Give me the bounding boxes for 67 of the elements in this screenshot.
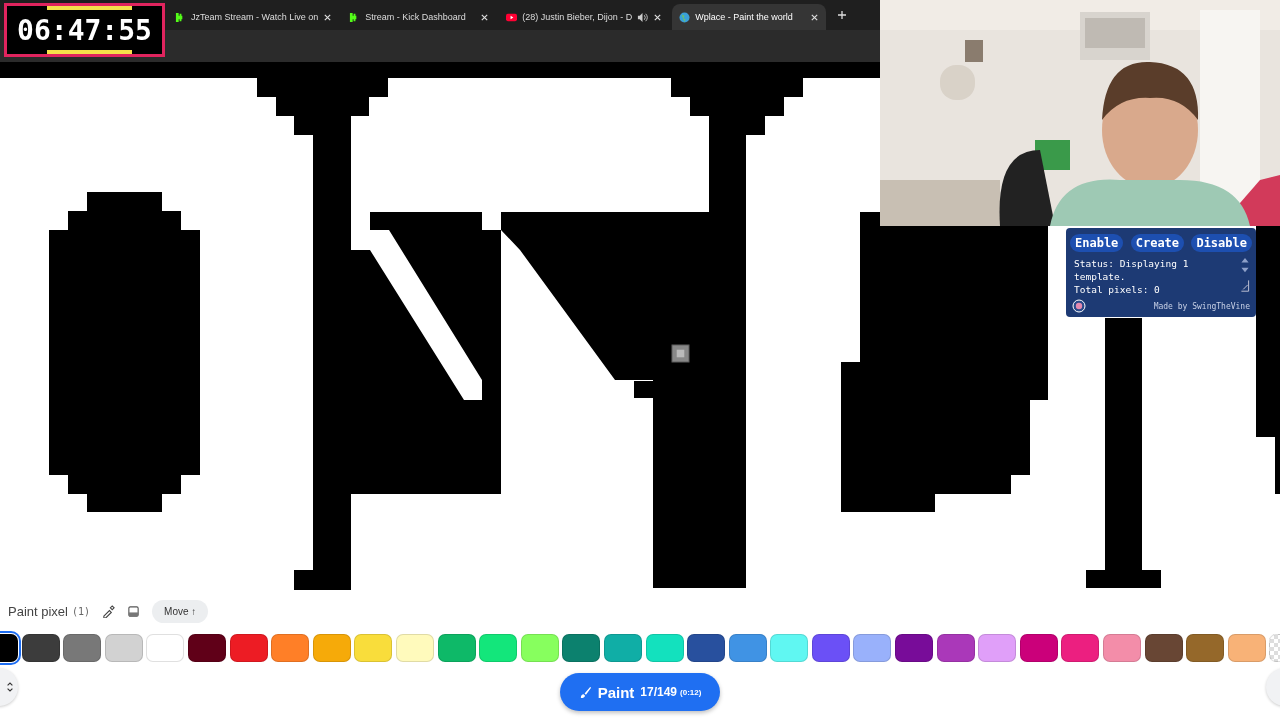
color-swatch[interactable]: [1061, 634, 1100, 662]
color-swatch[interactable]: [437, 634, 476, 662]
cooldown-text: (0:12): [680, 687, 702, 697]
timer-text: 06:47:55: [17, 13, 152, 47]
pixel-count: (1): [72, 605, 91, 617]
pixel-count-text: Total pixels: 0: [1074, 283, 1161, 296]
color-swatch[interactable]: [187, 634, 226, 662]
color-swatch[interactable]: [603, 634, 642, 662]
color-swatch[interactable]: [728, 634, 767, 662]
color-swatch[interactable]: [104, 634, 143, 662]
close-icon[interactable]: [810, 12, 820, 22]
pixel-selector-icon: [671, 344, 690, 363]
color-swatch[interactable]: [770, 634, 809, 662]
paint-label: Paint: [597, 683, 635, 701]
color-swatch[interactable]: [811, 634, 850, 662]
color-swatch[interactable]: [1144, 634, 1183, 662]
color-swatch[interactable]: [687, 634, 726, 662]
brush-icon: [578, 685, 592, 699]
color-swatch[interactable]: [146, 634, 185, 662]
color-swatch[interactable]: [312, 634, 351, 662]
template-button[interactable]: Create: [1130, 234, 1185, 252]
speaker-icon[interactable]: [637, 11, 649, 23]
color-swatch[interactable]: [520, 634, 559, 662]
browser-tab[interactable]: JzTeam Stream - Watch Live on: [168, 4, 340, 30]
color-swatch[interactable]: [895, 634, 934, 662]
browser-tab[interactable]: (28) Justin Bieber, Dijon - D: [499, 4, 670, 30]
logo-icon: [1072, 299, 1086, 313]
template-button[interactable]: Enable: [1070, 234, 1124, 252]
color-swatch[interactable]: [1103, 634, 1142, 662]
image-icon[interactable]: [127, 604, 141, 618]
paint-pixel-title: Paint pixel: [8, 603, 68, 619]
color-swatch[interactable]: [936, 634, 975, 662]
template-button[interactable]: Disable: [1191, 234, 1252, 252]
color-swatch[interactable]: [1227, 634, 1266, 662]
close-icon[interactable]: [323, 12, 333, 22]
color-swatch[interactable]: [271, 634, 310, 662]
browser-tab[interactable]: Stream - Kick Dashboard: [342, 4, 497, 30]
status-text: Status: Displaying 1 template.: [1074, 257, 1190, 283]
credit-text: Made by SwingTheVine: [1153, 301, 1250, 311]
tab-title: JzTeam Stream - Watch Live on: [191, 12, 319, 22]
new-tab-icon[interactable]: [837, 10, 848, 20]
tab-title: Wplace - Paint the world: [695, 12, 794, 22]
color-swatch[interactable]: [479, 634, 518, 662]
color-swatch[interactable]: [354, 634, 393, 662]
color-swatch[interactable]: [1186, 634, 1225, 662]
chevrons-icon: [6, 681, 14, 693]
color-swatch[interactable]: [229, 634, 268, 662]
color-swatch[interactable]: [978, 634, 1017, 662]
tab-title: Stream - Kick Dashboard: [365, 12, 467, 22]
browser-tab[interactable]: Wplace - Paint the world: [672, 4, 827, 30]
color-swatch[interactable]: [63, 634, 102, 662]
tab-title: (28) Justin Bieber, Dijon - D: [522, 12, 633, 22]
eyedropper-icon[interactable]: [102, 604, 116, 618]
close-icon[interactable]: [653, 12, 663, 22]
charges-text: 17/149: [640, 685, 677, 699]
color-swatch[interactable]: [562, 634, 601, 662]
color-swatch[interactable]: [395, 634, 434, 662]
move-button[interactable]: Move ↑: [152, 599, 209, 623]
scroll-arrows-icon[interactable]: [1240, 257, 1250, 293]
color-swatch[interactable]: [21, 634, 60, 662]
globe-icon: [679, 11, 691, 23]
color-swatch[interactable]: [1019, 634, 1058, 662]
color-swatch[interactable]: [645, 634, 684, 662]
close-icon[interactable]: [480, 12, 490, 22]
video-icon: [506, 11, 518, 23]
color-swatch[interactable]: [853, 634, 892, 662]
paint-button[interactable]: Paint 17/149 (0:12): [560, 673, 720, 711]
